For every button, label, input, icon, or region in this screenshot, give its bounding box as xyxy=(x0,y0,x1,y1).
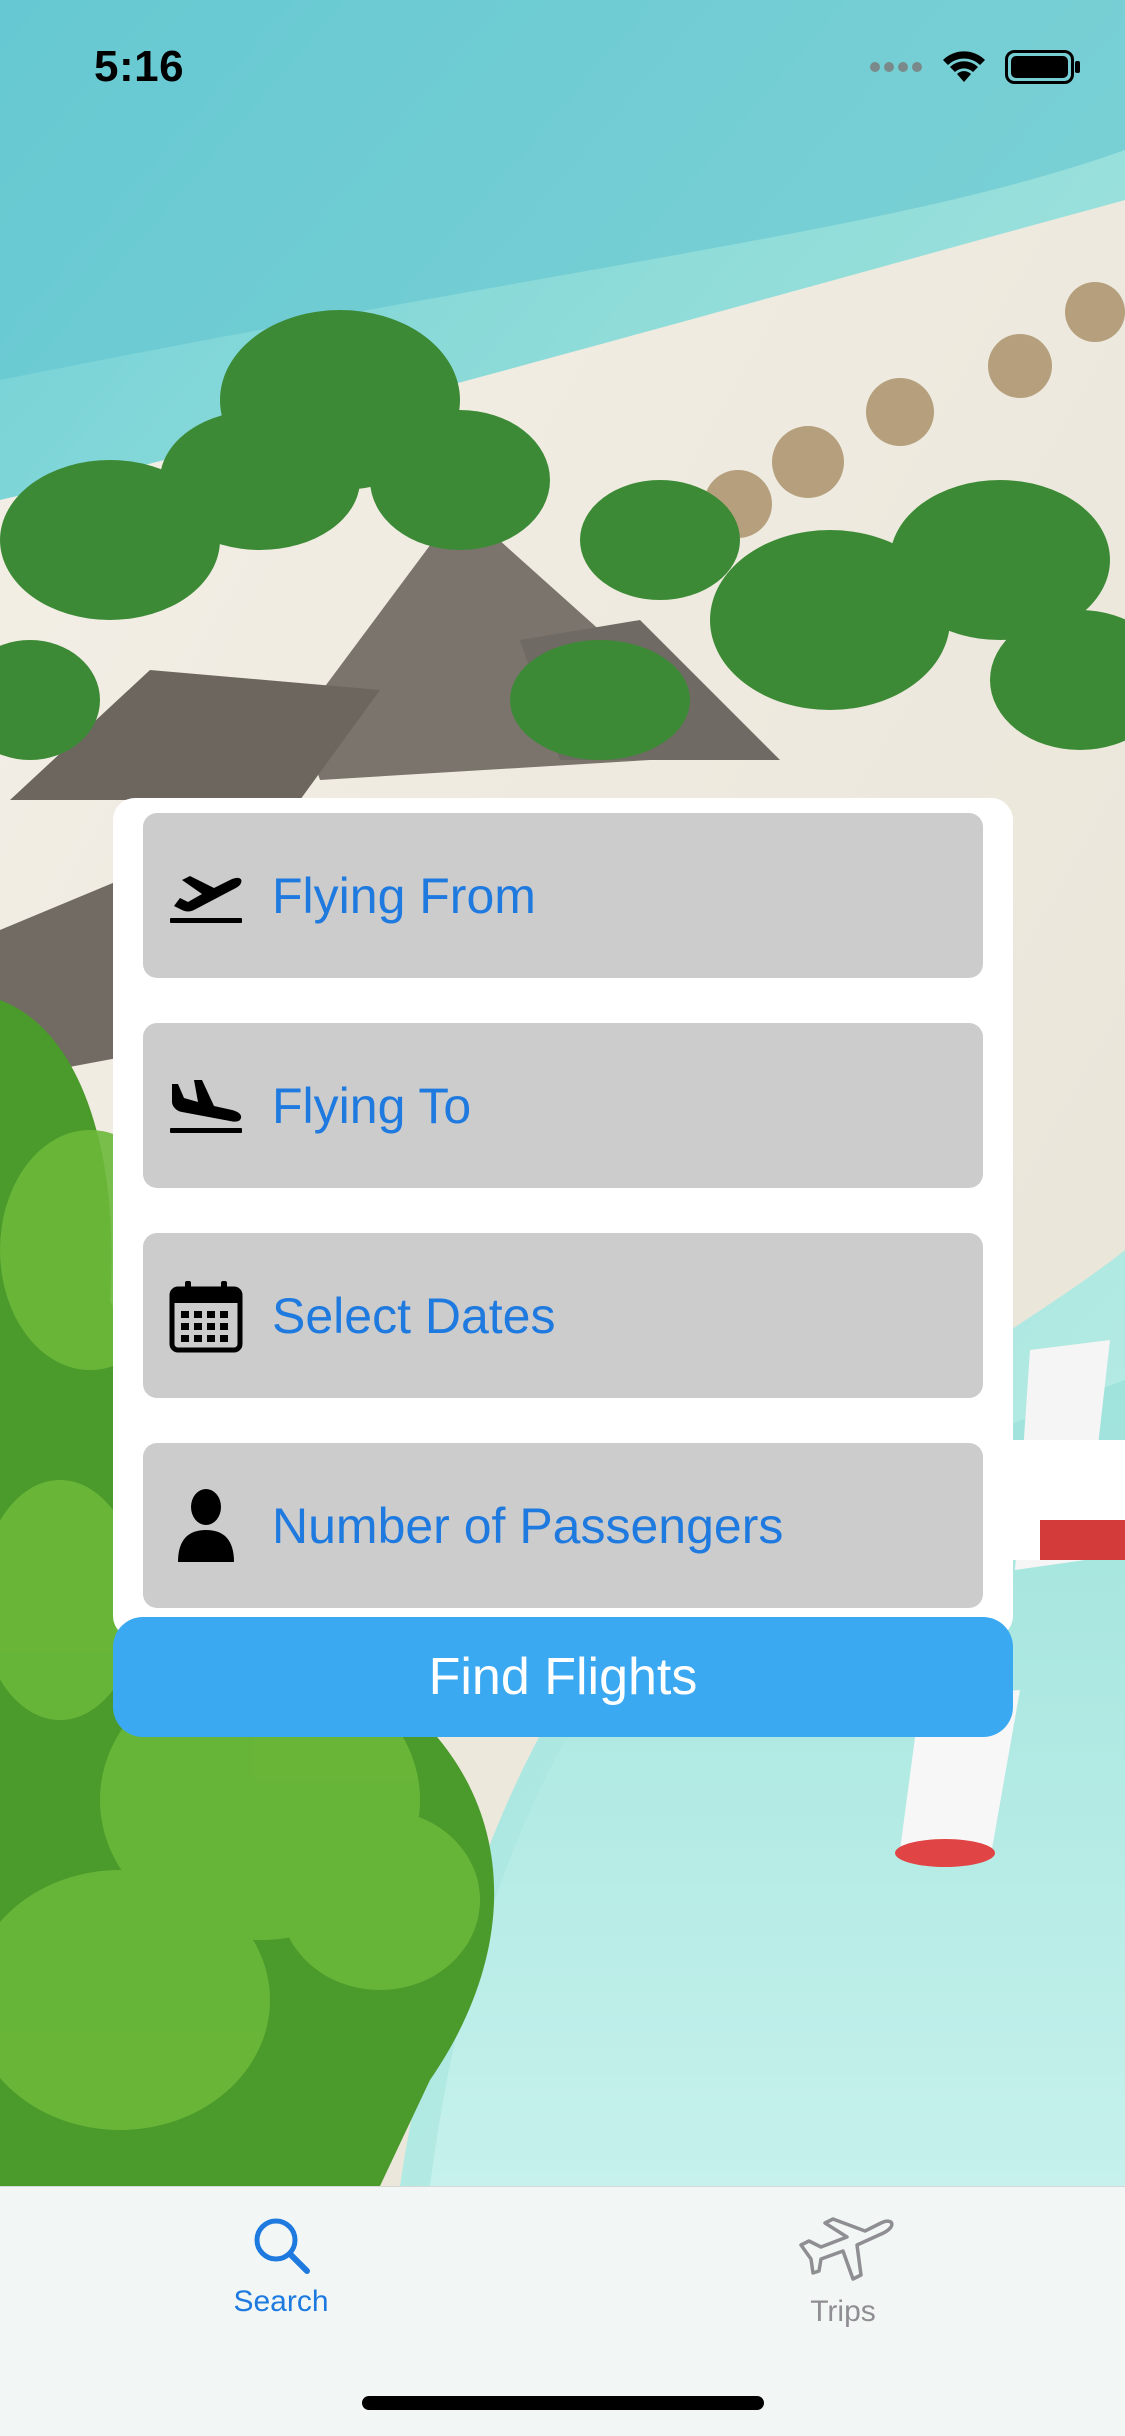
signal-icon xyxy=(870,62,922,72)
flying-to-label: Flying To xyxy=(272,1077,472,1134)
battery-icon xyxy=(1005,50,1080,84)
plane-departure-icon xyxy=(168,858,244,934)
person-icon xyxy=(168,1488,244,1564)
flying-to-field[interactable]: Flying To xyxy=(143,1023,983,1188)
plane-arrival-icon xyxy=(168,1068,244,1144)
app-screen: 5:16 Flying From Flying To Select Dates … xyxy=(0,0,1125,2436)
passengers-field[interactable]: Number of Passengers xyxy=(143,1443,983,1608)
calendar-icon xyxy=(168,1278,244,1354)
tab-trips-label: Trips xyxy=(810,2295,876,2328)
select-dates-field[interactable]: Select Dates xyxy=(143,1233,983,1398)
status-time: 5:16 xyxy=(94,42,185,91)
wifi-icon xyxy=(943,51,985,82)
tab-trips[interactable]: Trips xyxy=(693,2215,993,2329)
airplane-icon xyxy=(799,2217,894,2281)
passengers-label: Number of Passengers xyxy=(272,1497,784,1554)
status-icons xyxy=(869,50,1081,84)
flying-from-label: Flying From xyxy=(272,867,536,924)
tab-search-label: Search xyxy=(233,2285,329,2318)
home-indicator xyxy=(362,2396,764,2410)
search-icon xyxy=(254,2218,310,2274)
find-flights-button[interactable]: Find Flights xyxy=(113,1617,1013,1737)
select-dates-label: Select Dates xyxy=(272,1287,556,1344)
tab-search[interactable]: Search xyxy=(131,2215,431,2319)
flying-from-field[interactable]: Flying From xyxy=(143,813,983,978)
